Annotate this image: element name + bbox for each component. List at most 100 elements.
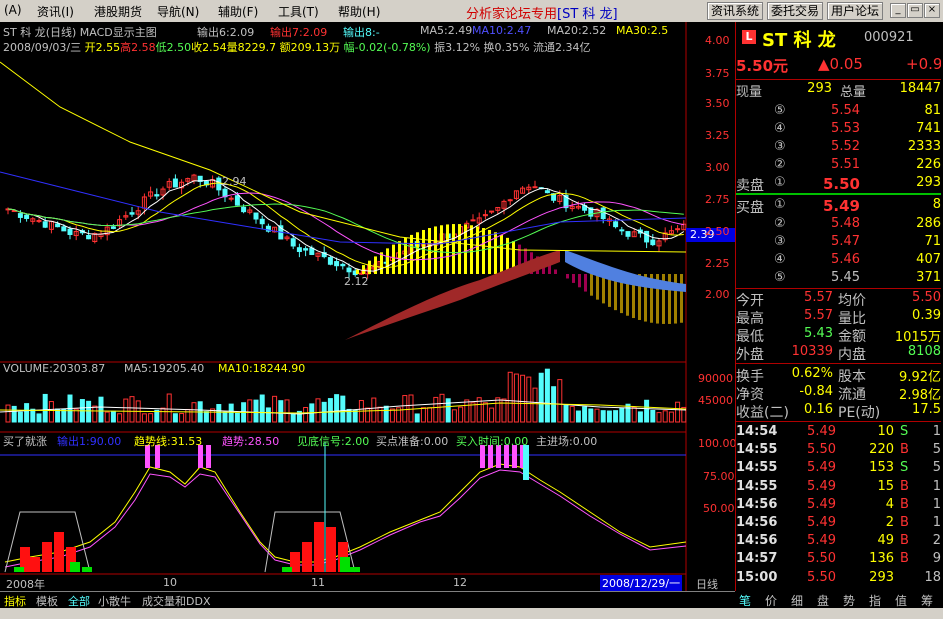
menu-item-navigate[interactable]: 导航(N) bbox=[157, 3, 199, 20]
fund-row: 换手 0.62% 股本 9.92亿 bbox=[736, 366, 941, 385]
volume-bar bbox=[464, 399, 470, 423]
volume-bar bbox=[129, 396, 135, 423]
quote-tab[interactable]: 筹 bbox=[921, 592, 933, 609]
volume-bar bbox=[11, 405, 17, 423]
tab-indicator[interactable]: 指标 bbox=[4, 593, 26, 609]
stat-value: 5.57 bbox=[804, 290, 833, 305]
minimize-icon[interactable]: _ bbox=[890, 3, 906, 18]
output7-label: 输出7:2.09 bbox=[270, 26, 328, 39]
volume-bar bbox=[172, 413, 178, 423]
tick-price: 5.49 bbox=[807, 478, 836, 494]
candle-body bbox=[17, 213, 23, 218]
bottom-tab-bar: 指标 模板 全部 小散牛 成交量和DDX bbox=[0, 591, 735, 608]
candle-body bbox=[346, 267, 352, 273]
candle-body bbox=[334, 261, 340, 267]
tick-count: 5 bbox=[932, 442, 941, 458]
volume-bar bbox=[575, 410, 581, 423]
tick-volume: 220 bbox=[869, 442, 894, 458]
menu-item-tools[interactable]: 工具(T) bbox=[278, 3, 319, 20]
volume-bar bbox=[458, 406, 464, 423]
tick-row: 14:54 5.49 10 S 1 bbox=[736, 424, 941, 441]
candle-body bbox=[296, 247, 302, 252]
volume-ma5-label: MA5:19205.40 bbox=[124, 362, 205, 375]
macd-bar bbox=[422, 229, 425, 274]
tick-volume: 15 bbox=[877, 478, 894, 494]
price-chart-svg[interactable] bbox=[0, 22, 735, 597]
forum-button[interactable]: 用户论坛 bbox=[827, 2, 884, 20]
volume-bar bbox=[284, 399, 290, 423]
quote-tab[interactable]: 势 bbox=[843, 592, 855, 609]
fund-label: 流通 bbox=[838, 387, 866, 403]
volume-bar bbox=[631, 406, 637, 423]
stat-label: 内盘 bbox=[838, 347, 866, 363]
fund-label: PE(动) bbox=[838, 405, 881, 421]
bid-row: ④ 5.46 407 bbox=[736, 252, 941, 269]
stat-value: 1015万 bbox=[894, 330, 941, 345]
quote-tab[interactable]: 价 bbox=[765, 592, 777, 609]
volume-bar bbox=[334, 394, 340, 423]
volume-bar bbox=[352, 409, 358, 423]
menu-item-assist[interactable]: 辅助(F) bbox=[218, 3, 258, 20]
tick-time: 14:56 bbox=[736, 515, 778, 530]
ask-price: 5.54 bbox=[831, 103, 860, 118]
bid-row: ⑤ 5.45 371 bbox=[736, 270, 941, 287]
volume-bar bbox=[86, 400, 92, 423]
signal-bar bbox=[302, 542, 312, 572]
volume-bar bbox=[389, 408, 395, 423]
volume-bar bbox=[675, 401, 681, 423]
ask-volume: 81 bbox=[924, 103, 941, 118]
signal-bar bbox=[70, 562, 80, 572]
tick-direction: B bbox=[900, 551, 909, 567]
quote-tab[interactable]: 盘 bbox=[817, 592, 829, 609]
trade-button[interactable]: 委托交易 bbox=[767, 2, 824, 20]
chart-area[interactable]: ST 科 龙(日线) MACD显示主图 输出6:2.09 输出7:2.09 输出… bbox=[0, 22, 737, 597]
quote-tab[interactable]: 指 bbox=[869, 592, 881, 609]
candle-body bbox=[86, 234, 92, 240]
menu-item-a[interactable]: (A) bbox=[4, 3, 22, 17]
divider bbox=[736, 363, 941, 364]
tick-row: 15:00 5.50 293 18 bbox=[736, 570, 941, 587]
volume-ma10-label: MA10:18244.90 bbox=[218, 362, 306, 375]
tab-volume-ddx[interactable]: 成交量和DDX bbox=[142, 593, 210, 609]
stat-value: 5.57 bbox=[804, 308, 833, 323]
candle-body bbox=[259, 218, 265, 225]
menu-item-info[interactable]: 资讯(I) bbox=[37, 3, 74, 20]
ask-volume: 2333 bbox=[907, 139, 941, 154]
tab-all[interactable]: 全部 bbox=[68, 593, 90, 609]
tab-small-bull[interactable]: 小散牛 bbox=[98, 593, 131, 609]
fund-value: 9.92亿 bbox=[899, 370, 941, 385]
volume-bar bbox=[402, 395, 408, 423]
close-icon[interactable]: × bbox=[924, 3, 940, 18]
fund-label: 股本 bbox=[838, 369, 866, 385]
signal-bar bbox=[350, 567, 360, 572]
indicator-buy-prep: 买点准备:0.00 bbox=[376, 435, 449, 448]
quote-tab[interactable]: 笔 bbox=[739, 592, 751, 609]
volume-bar bbox=[501, 398, 507, 423]
time-axis-label: 2008年 bbox=[6, 578, 45, 591]
candle-body bbox=[110, 226, 116, 229]
ask-row: 卖盘 ① 5.50 293 bbox=[736, 175, 941, 194]
macd-bar bbox=[356, 269, 359, 274]
ask-row: ⑤ 5.54 81 bbox=[736, 103, 941, 120]
tab-template[interactable]: 模板 bbox=[36, 593, 58, 609]
menu-item-help[interactable]: 帮助(H) bbox=[338, 3, 380, 20]
indicator-axis-label: 75.00 bbox=[703, 470, 735, 483]
menu-bar: (A) 资讯(I) 港股期货 导航(N) 辅助(F) 工具(T) 帮助(H) 分… bbox=[0, 0, 943, 22]
quote-tab[interactable]: 细 bbox=[791, 592, 803, 609]
candle-body bbox=[290, 238, 296, 247]
tick-time: 15:00 bbox=[736, 569, 778, 585]
volume-bar bbox=[365, 407, 371, 423]
indicator-bottom-signal: 见底信号:2.00 bbox=[297, 435, 370, 448]
volume-bar bbox=[253, 399, 259, 423]
bid-row: ③ 5.47 71 bbox=[736, 234, 941, 251]
status-bar bbox=[0, 608, 943, 619]
restore-icon[interactable]: ▭ bbox=[907, 3, 923, 18]
period-label[interactable]: 日线 bbox=[696, 576, 718, 592]
ask-volume: 226 bbox=[916, 157, 941, 172]
stat-row: 外盘 10339 内盘 8108 bbox=[736, 344, 941, 363]
ma5-label: MA5:2.49 bbox=[420, 24, 473, 37]
macd-bar bbox=[584, 274, 587, 292]
info-system-button[interactable]: 资讯系统 bbox=[707, 2, 764, 20]
quote-tab[interactable]: 值 bbox=[895, 592, 907, 609]
menu-item-hk-futures[interactable]: 港股期货 bbox=[94, 3, 142, 20]
